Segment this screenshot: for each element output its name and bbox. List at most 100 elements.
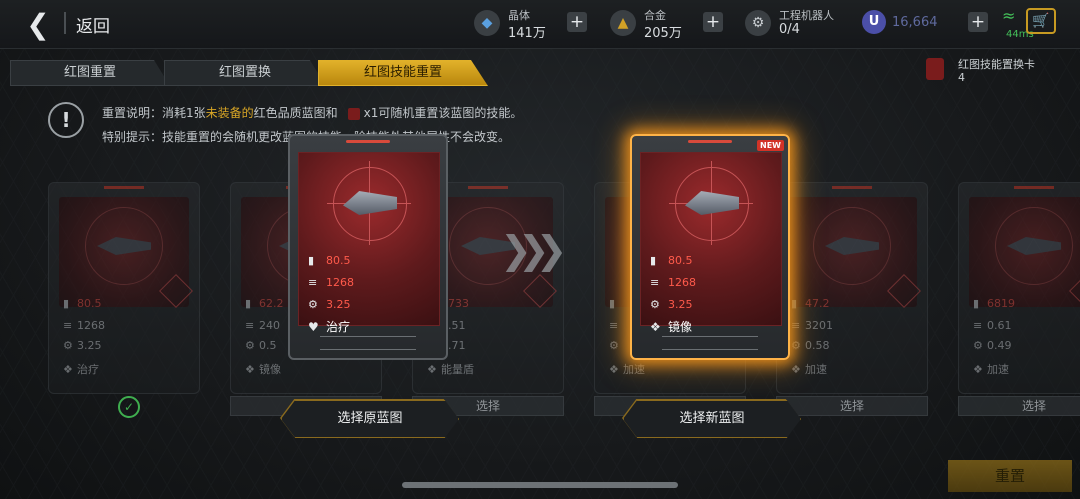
skill-name: 治疗	[77, 363, 99, 376]
card-stat: ⚙ 0.5	[245, 339, 277, 352]
gear-icon: ⚙	[308, 298, 318, 311]
card-stat: ⚙ 0.49	[973, 339, 1012, 352]
card-skill: ❖ 治疗	[63, 361, 99, 377]
hp-stat: ≡ 1268	[650, 276, 696, 289]
card-stat: ⚙	[609, 339, 623, 352]
select-new-button[interactable]: 选择新蓝图	[623, 400, 801, 438]
tab-red-reset[interactable]: 红图重置	[10, 60, 170, 86]
new-badge: NEW	[757, 140, 784, 151]
home-indicator	[402, 482, 678, 488]
skill-swap-card-count: 4	[958, 71, 965, 84]
card-glow	[104, 186, 144, 189]
stat-icon: ⚙	[791, 339, 801, 352]
desc-part: x1可随机重置该蓝图的技能。	[363, 106, 523, 120]
skill-icon: ❖	[63, 363, 73, 376]
card-stat: ▮ 47.2	[791, 297, 830, 310]
arrow-right-icon: ❯❯❯	[500, 228, 567, 272]
desc-part: 红色品质蓝图和	[253, 106, 338, 120]
card-stat: ≡ 3201	[791, 319, 833, 332]
mirror-icon: ❖	[650, 320, 661, 334]
desc-highlight: 未装备的	[205, 106, 254, 120]
skill-icon: ❖	[427, 363, 437, 376]
select-original-button[interactable]: 选择原蓝图	[281, 400, 459, 438]
speed-value: 3.25	[326, 298, 351, 311]
add-crystal-button[interactable]: +	[567, 12, 587, 32]
shop-cart-icon[interactable]: 🛒	[1026, 8, 1056, 34]
card-stat: ≡ 240	[245, 319, 280, 332]
resource-name: 工程机器人	[779, 9, 834, 22]
tab-red-skill-reset[interactable]: 红图技能重置	[318, 60, 488, 86]
skill-icon: ❖	[973, 363, 983, 376]
resource-name: 晶体	[508, 9, 530, 22]
skill-name: 加速	[805, 363, 827, 376]
crystal-icon: ◆	[474, 10, 500, 36]
stat-icon: ▮	[63, 297, 70, 310]
card-footer-deco	[662, 336, 758, 350]
stat-value: 3201	[805, 319, 833, 332]
card-stat: ≡	[609, 319, 623, 332]
skill-swap-card-icon	[926, 58, 944, 80]
card-stat: ▮ 62.2	[245, 297, 284, 310]
stat-icon: ▮	[791, 297, 798, 310]
stat-icon: ⚙	[245, 339, 255, 352]
speed-stat: ⚙ 3.25	[650, 298, 693, 311]
gear-icon: ⚙	[650, 298, 660, 311]
original-blueprint-card[interactable]: ▮ 80.5 ≡ 1268 ⚙ 3.25 ♥ 治疗	[288, 134, 448, 360]
hp-stat: ≡ 1268	[308, 276, 354, 289]
stat-value: 240	[259, 319, 280, 332]
speed-stat: ⚙ 3.25	[308, 298, 351, 311]
ammo-icon: ▮	[650, 254, 657, 267]
add-currency-button[interactable]: +	[968, 12, 988, 32]
back-label[interactable]: 返回	[76, 12, 110, 37]
card-stat: ⚙ 3.25	[63, 339, 102, 352]
card-skill: ❖ 加速	[973, 361, 1009, 377]
card-glow	[346, 140, 390, 143]
card-stat: ≡ 1268	[63, 319, 105, 332]
currency-value: 16,664	[892, 15, 938, 30]
stat-icon: ≡	[791, 319, 801, 332]
stat-icon: ≡	[609, 319, 619, 332]
divider	[64, 12, 66, 34]
blueprint-card[interactable]: ▮ 47.2 ≡ 3201 ⚙ 0.58 ❖ 加速	[776, 182, 928, 394]
stat-value: 0.49	[987, 339, 1012, 352]
stat-value: 0.5	[259, 339, 277, 352]
stat-value: 1268	[77, 319, 105, 332]
heal-icon: ♥	[308, 320, 319, 334]
reset-button[interactable]: 重置	[948, 460, 1072, 492]
hp-value: 1268	[326, 276, 354, 289]
blueprint-card[interactable]: ▮ 6819 ≡ 0.61 ⚙ 0.49 ❖ 加速	[958, 182, 1080, 394]
new-blueprint-card[interactable]: NEW ▮ 80.5 ≡ 1268 ⚙ 3.25 ❖ 镜像	[630, 134, 790, 360]
select-card-button[interactable]: 选择	[958, 396, 1080, 416]
stat-value: 0.61	[987, 319, 1012, 332]
stat-value: 62.2	[259, 297, 284, 310]
select-card-button[interactable]: 选择	[776, 396, 928, 416]
card-stat: ▮ 80.5	[63, 297, 102, 310]
blueprint-card[interactable]: ▮ 80.5 ≡ 1268 ⚙ 3.25 ❖ 治疗	[48, 182, 200, 394]
ship-art	[969, 197, 1080, 307]
info-icon: !	[48, 102, 84, 138]
currency-icon: U	[862, 10, 886, 34]
stat-value: 80.5	[77, 297, 102, 310]
alloy-icon: ▲	[610, 10, 636, 36]
skill-name: 加速	[623, 363, 645, 376]
attack-stat: ▮ 80.5	[308, 254, 351, 267]
resource-value: 141万	[508, 26, 546, 41]
skill-stat: ♥ 治疗	[308, 318, 350, 335]
skill-swap-card-name: 红图技能置换卡	[958, 58, 1035, 71]
armor-icon: ≡	[650, 276, 660, 289]
card-glow	[688, 140, 732, 143]
resource-value: 0/4	[779, 22, 800, 37]
ammo-icon: ▮	[308, 254, 315, 267]
stat-value: 3.25	[77, 339, 102, 352]
add-alloy-button[interactable]: +	[703, 12, 723, 32]
armor-icon: ≡	[308, 276, 318, 289]
back-icon[interactable]: ❮	[20, 6, 56, 42]
stat-value: 6819	[987, 297, 1015, 310]
skill-icon: ❖	[791, 363, 801, 376]
card-skill: ❖ 加速	[609, 361, 645, 377]
skill-icon: ❖	[245, 363, 255, 376]
stat-value: 0.58	[805, 339, 830, 352]
tab-red-swap[interactable]: 红图置换	[164, 60, 326, 86]
stat-icon: ⚙	[973, 339, 983, 352]
card-stat: ▮	[609, 297, 623, 310]
